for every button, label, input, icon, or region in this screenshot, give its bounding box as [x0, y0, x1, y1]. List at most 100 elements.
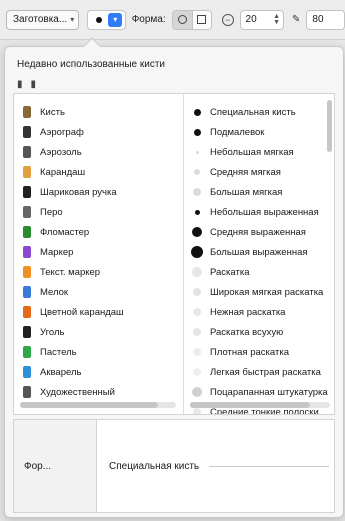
form-label: Фор... [24, 460, 52, 472]
brush-tip-icon [190, 385, 204, 399]
list-item[interactable]: Цветной карандаш [14, 302, 183, 322]
chevron-down-icon: ▾ [108, 12, 123, 27]
list-item[interactable]: Карандаш [14, 162, 183, 182]
brush-preview-area: Фор... Специальная кисть [13, 419, 335, 513]
list-item[interactable]: Специальная кисть [184, 102, 334, 122]
list-item[interactable]: Нежная раскатка [184, 302, 334, 322]
list-item-label: Кисть [40, 106, 65, 118]
highlighter-icon [20, 265, 34, 279]
list-item-label: Легкая быстрая раскатка [210, 366, 321, 378]
brush-tip-icon [190, 205, 204, 219]
size-value: 20 [245, 14, 257, 25]
list-item[interactable]: Акварель [14, 362, 183, 382]
list-item[interactable]: Аэрозоль [14, 142, 183, 162]
opacity-field[interactable]: 80 [306, 9, 345, 30]
list-item[interactable]: Широкая мягкая раскатка [184, 282, 334, 302]
list-item[interactable]: Маркер [14, 242, 183, 262]
list-item[interactable]: Плотная раскатка [184, 342, 334, 362]
recent-brush-icon[interactable]: ▮ [31, 79, 37, 90]
list-item[interactable]: Перо [14, 202, 183, 222]
quill-icon [20, 205, 34, 219]
list-item[interactable]: Аэрограф [14, 122, 183, 142]
brush-icon [20, 105, 34, 119]
list-item[interactable]: Средняя мягкая [184, 162, 334, 182]
list-item[interactable]: Раскатка [184, 262, 334, 282]
brush-tip-icon [190, 225, 204, 239]
list-item[interactable]: Раскатка всухую [184, 322, 334, 342]
list-item-label: Подмалевок [210, 126, 265, 138]
list-item[interactable]: Поцарапанная штукатурка [184, 382, 334, 402]
list-item[interactable]: Пастель [14, 342, 183, 362]
list-item-label: Большая мягкая [210, 186, 283, 198]
brush-tip-icon [190, 305, 204, 319]
recent-brush-icon[interactable]: ▮ [17, 79, 23, 90]
felt-tip-icon [20, 225, 34, 239]
brush-lists: Кисть Аэрограф Аэрозоль Карандаш Шариковая р… [13, 93, 335, 415]
preset-label: Заготовка... [13, 14, 68, 25]
list-item[interactable]: Мелок [14, 282, 183, 302]
square-shape-button[interactable] [191, 10, 211, 29]
size-field[interactable]: 20 ▲ ▼ [239, 9, 285, 30]
list-item-label: Небольшая выраженная [210, 206, 319, 218]
pastel-icon [20, 345, 34, 359]
list-item[interactable]: Большая мягкая [184, 182, 334, 202]
charcoal-icon [20, 325, 34, 339]
list-item[interactable]: Кисть [14, 102, 183, 122]
stepper-icon[interactable]: ▲ ▼ [273, 13, 280, 26]
brush-preset-list: Специальная кисть Подмалевок Небольшая мяг… [184, 94, 334, 414]
list-item-label: Раскатка [210, 266, 250, 278]
list-item[interactable]: Небольшая мягкая [184, 142, 334, 162]
opacity-value: 80 [312, 14, 324, 25]
chevron-down-icon: ▾ [70, 15, 75, 24]
list-item-label: Широкая мягкая раскатка [210, 286, 324, 298]
brush-stroke-preview [209, 465, 330, 467]
brush-picker[interactable]: ▾ [87, 9, 126, 30]
marker-icon [20, 245, 34, 259]
list-item-label: Цветной карандаш [40, 306, 124, 318]
list-item[interactable]: Текст. маркер [14, 262, 183, 282]
brush-preview-dot [96, 16, 103, 23]
brush-tip-icon [190, 245, 204, 259]
shape-label: Форма: [131, 14, 166, 25]
list-item-label: Перо [40, 206, 63, 218]
brush-category-list: Кисть Аэрограф Аэрозоль Карандаш Шариковая р… [14, 94, 184, 414]
list-item[interactable]: Легкая быстрая раскатка [184, 362, 334, 382]
vertical-scrollbar[interactable] [327, 100, 332, 152]
square-icon [197, 15, 207, 24]
list-item[interactable]: Подмалевок [184, 122, 334, 142]
list-item-label: Акварель [40, 366, 82, 378]
recent-brushes-title: Недавно использованные кисти [17, 59, 166, 70]
list-item[interactable]: Шариковая ручка [14, 182, 183, 202]
toolbar: Заготовка... ▾ ▾ Форма: − 20 ▲ ▼ ✎ 80 [0, 0, 345, 40]
brush-tip-icon [190, 125, 204, 139]
list-item-label: Нежная раскатка [210, 306, 286, 318]
shape-segmented-control [171, 9, 212, 30]
list-item-label: Плотная раскатка [210, 346, 289, 358]
list-item[interactable]: Уголь [14, 322, 183, 342]
ballpoint-pen-icon [20, 185, 34, 199]
pencil-icon [20, 165, 34, 179]
list-item[interactable]: Средняя выраженная [184, 222, 334, 242]
list-item-label: Средняя мягкая [210, 166, 281, 178]
list-item-label: Средняя выраженная [210, 226, 306, 238]
brush-tip-icon [190, 265, 204, 279]
list-item-label: Аэрограф [40, 126, 84, 138]
list-item[interactable]: Небольшая выраженная [184, 202, 334, 222]
horizontal-scrollbar[interactable] [190, 402, 330, 408]
list-item[interactable]: Большая выраженная [184, 242, 334, 262]
list-item[interactable]: Фломастер [14, 222, 183, 242]
list-item-label: Фломастер [40, 226, 90, 238]
brush-tip-icon [190, 165, 204, 179]
list-item[interactable]: Художественный [14, 382, 183, 402]
preset-dropdown[interactable]: Заготовка... ▾ [6, 9, 80, 30]
circle-shape-button[interactable] [172, 10, 192, 29]
list-item-label: Маркер [40, 246, 74, 258]
airbrush-icon [20, 125, 34, 139]
horizontal-scrollbar[interactable] [20, 402, 176, 408]
circle-icon [177, 15, 187, 24]
brush-tip-icon [190, 105, 204, 119]
list-item-label: Поцарапанная штукатурка [210, 386, 328, 398]
brush-tip-icon [190, 145, 204, 159]
list-item-label: Мелок [40, 286, 69, 298]
list-item-label: Уголь [40, 326, 65, 338]
